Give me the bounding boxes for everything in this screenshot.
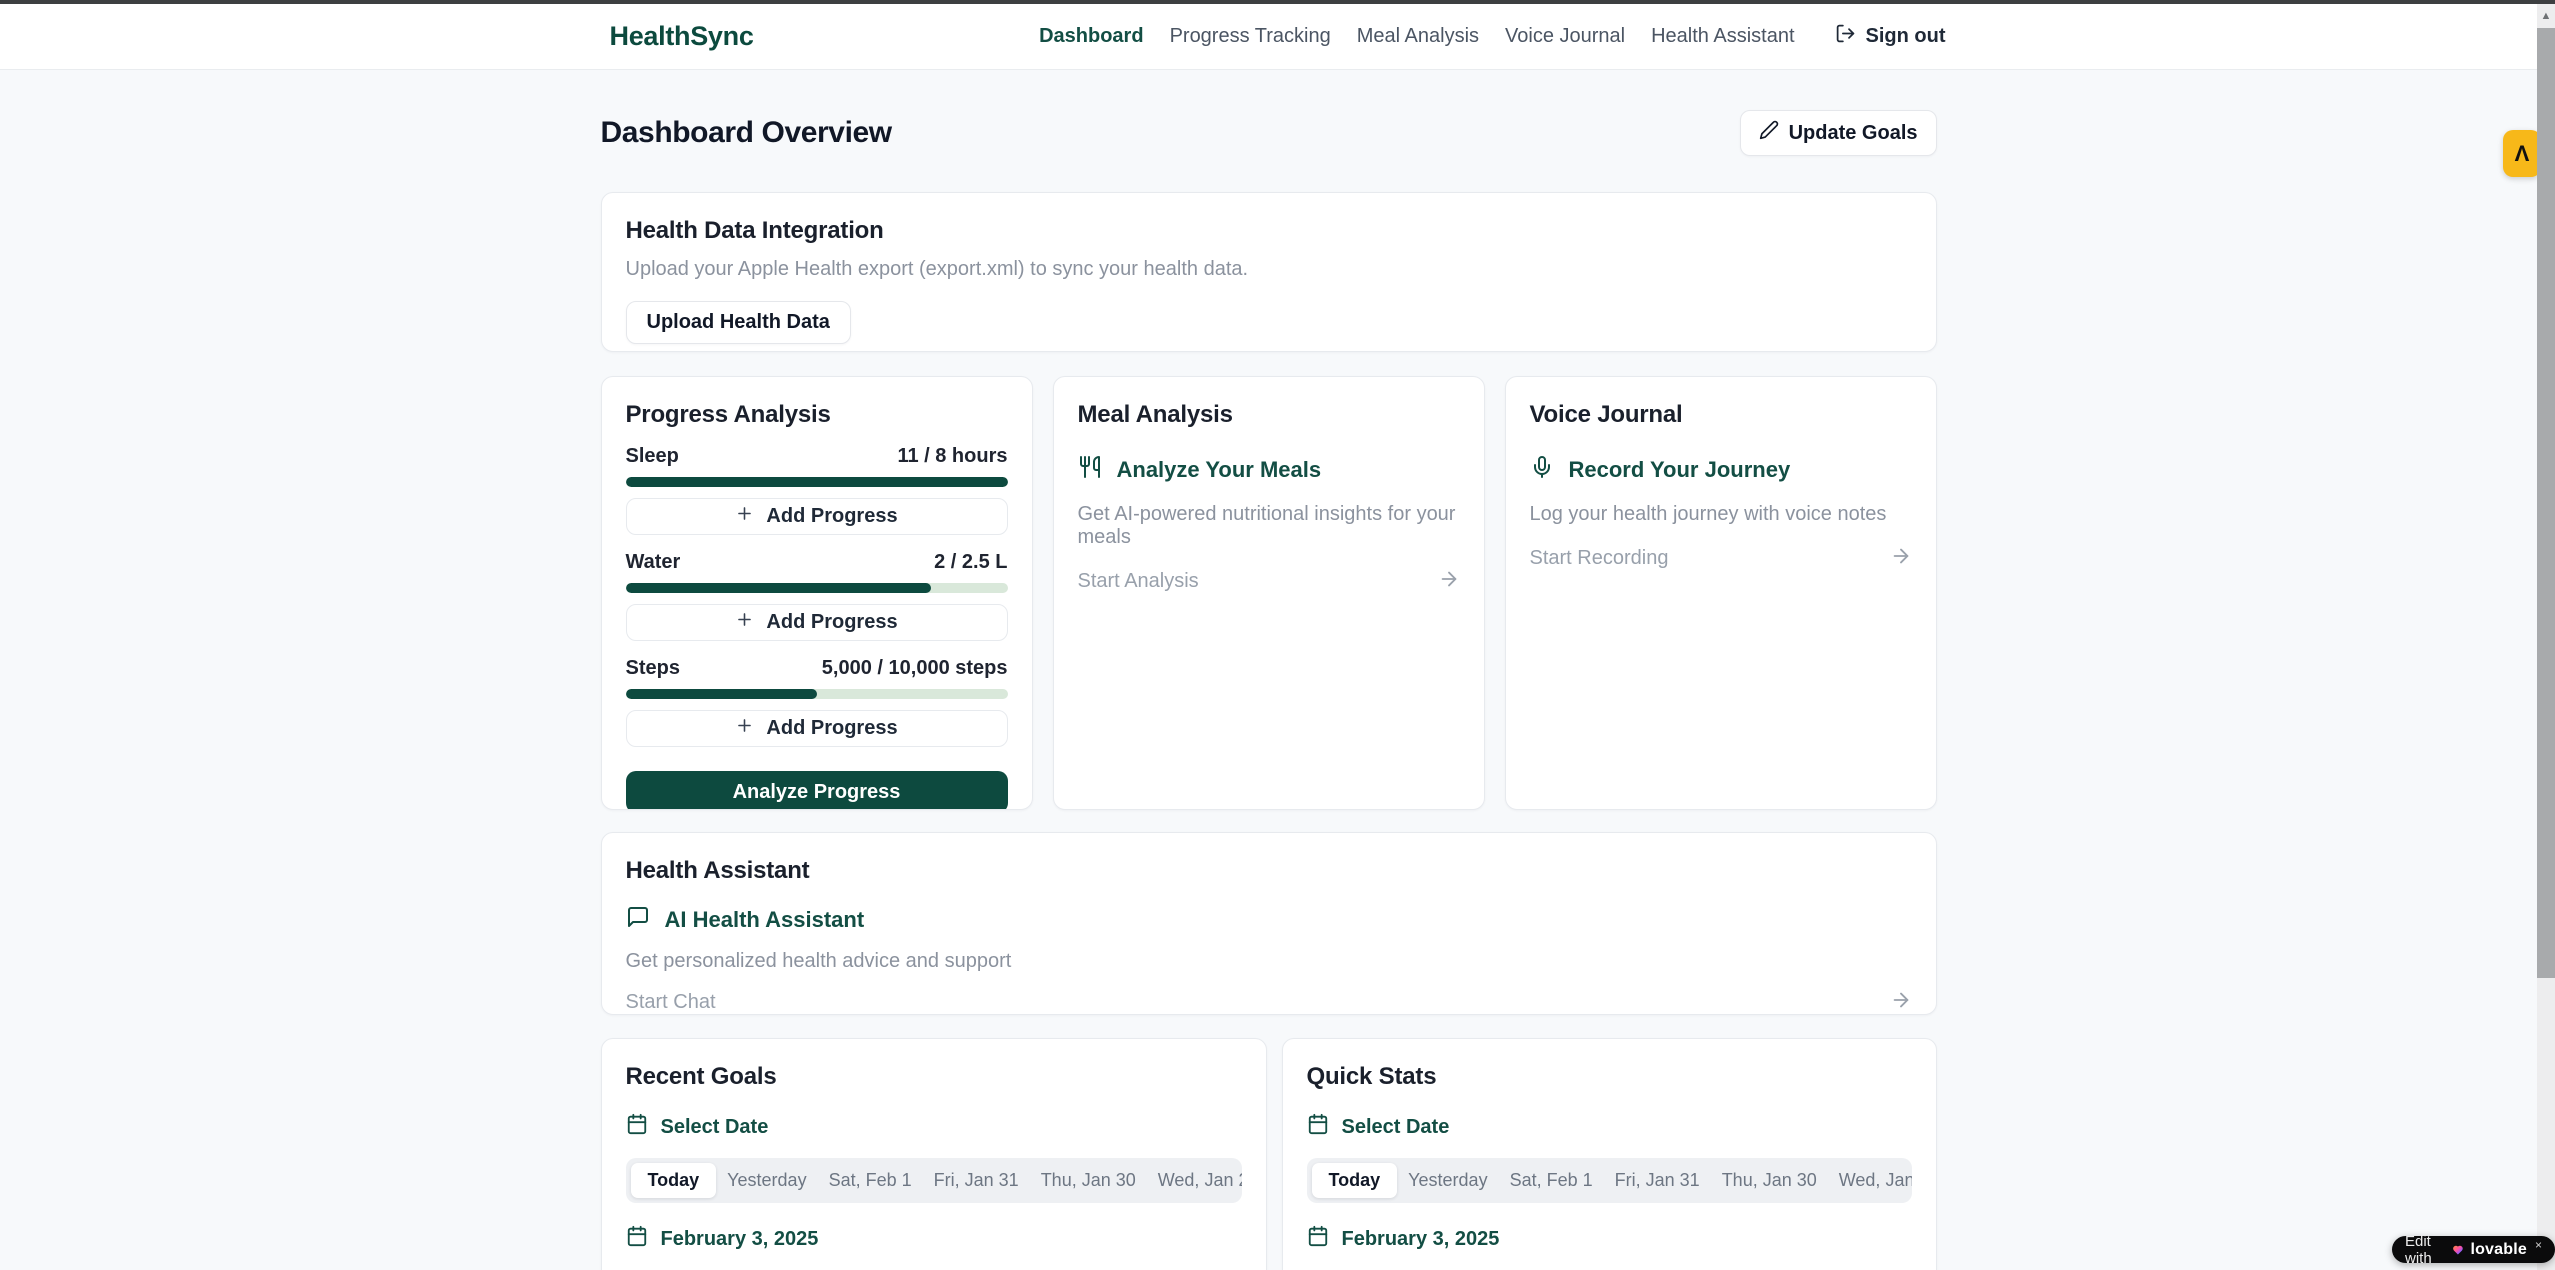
nav-dashboard[interactable]: Dashboard — [1039, 25, 1143, 48]
tab-today[interactable]: Today — [631, 1163, 717, 1198]
brand-logo[interactable]: HealthSync — [610, 21, 754, 52]
lovable-logo-icon: Λ — [2515, 143, 2530, 165]
nav-voice-journal[interactable]: Voice Journal — [1505, 25, 1625, 48]
log-out-icon — [1835, 23, 1856, 50]
calendar-icon — [626, 1113, 648, 1141]
sleep-label: Sleep — [626, 445, 679, 468]
water-label: Water — [626, 551, 681, 574]
sign-out-label: Sign out — [1866, 25, 1946, 48]
steps-progress-bar — [626, 689, 1008, 699]
meal-analysis-title: Meal Analysis — [1078, 401, 1460, 429]
tab-fri-jan-31[interactable]: Fri, Jan 31 — [923, 1163, 1030, 1198]
browser-top-strip — [0, 0, 2555, 4]
assistant-description: Get personalized health advice and suppo… — [626, 950, 1912, 973]
tab-fri-jan-31[interactable]: Fri, Jan 31 — [1604, 1163, 1711, 1198]
voice-journal-card: Voice Journal Record Your Journey Log yo… — [1505, 376, 1937, 810]
microphone-icon — [1530, 455, 1554, 484]
health-assistant-card: Health Assistant AI Health Assistant Get… — [601, 832, 1937, 1015]
tab-sat-feb-1[interactable]: Sat, Feb 1 — [818, 1163, 923, 1198]
steps-value: 5,000 / 10,000 steps — [822, 657, 1008, 680]
analyze-your-meals-link[interactable]: Analyze Your Meals — [1117, 457, 1322, 483]
quick-stats-select-date[interactable]: Select Date — [1307, 1113, 1912, 1141]
voice-journal-title: Voice Journal — [1530, 401, 1912, 429]
recent-goals-select-date[interactable]: Select Date — [626, 1113, 1242, 1141]
main-nav: Dashboard Progress Tracking Meal Analysi… — [1039, 23, 1945, 50]
steps-progress-block: Steps 5,000 / 10,000 steps Add Progress — [626, 657, 1008, 747]
arrow-right-icon — [1438, 568, 1460, 595]
tab-wed-jan-29[interactable]: Wed, Jan 29 — [1828, 1163, 1912, 1198]
sleep-progress-block: Sleep 11 / 8 hours Add Progress — [626, 445, 1008, 535]
tab-yesterday[interactable]: Yesterday — [716, 1163, 817, 1198]
scrollbar-thumb[interactable] — [2537, 28, 2555, 978]
calendar-icon — [626, 1225, 648, 1253]
analyze-progress-button[interactable]: Analyze Progress — [626, 771, 1008, 810]
health-data-integration-card: Health Data Integration Upload your Appl… — [601, 192, 1937, 352]
meal-analysis-card: Meal Analysis Analyze Your Meals Get AI-… — [1053, 376, 1485, 810]
water-progress-block: Water 2 / 2.5 L Add Progress — [626, 551, 1008, 641]
upload-health-data-button[interactable]: Upload Health Data — [626, 301, 851, 344]
water-value: 2 / 2.5 L — [934, 551, 1007, 574]
update-goals-button[interactable]: Update Goals — [1740, 110, 1937, 156]
tab-thu-jan-30[interactable]: Thu, Jan 30 — [1030, 1163, 1147, 1198]
record-your-journey-link[interactable]: Record Your Journey — [1569, 457, 1791, 483]
recent-goals-date-tabs: Today Yesterday Sat, Feb 1 Fri, Jan 31 T… — [626, 1158, 1242, 1203]
progress-analysis-card: Progress Analysis Sleep 11 / 8 hours Add… — [601, 376, 1033, 810]
meal-description: Get AI-powered nutritional insights for … — [1078, 503, 1460, 549]
steps-label: Steps — [626, 657, 680, 680]
calendar-icon — [1307, 1113, 1329, 1141]
water-add-progress-button[interactable]: Add Progress — [626, 604, 1008, 641]
arrow-right-icon — [1890, 989, 1912, 1015]
plus-icon — [735, 610, 754, 635]
recent-goals-title: Recent Goals — [626, 1063, 1242, 1091]
plus-icon — [735, 504, 754, 529]
quick-stats-current-date[interactable]: February 3, 2025 — [1307, 1225, 1912, 1253]
chat-bubble-icon — [626, 905, 650, 934]
integration-description: Upload your Apple Health export (export.… — [626, 258, 1912, 281]
nav-progress-tracking[interactable]: Progress Tracking — [1170, 25, 1331, 48]
nav-meal-analysis[interactable]: Meal Analysis — [1357, 25, 1479, 48]
tab-yesterday[interactable]: Yesterday — [1397, 1163, 1498, 1198]
calendar-icon — [1307, 1225, 1329, 1253]
start-chat-action[interactable]: Start Chat — [626, 989, 1912, 1015]
recent-goals-current-date[interactable]: February 3, 2025 — [626, 1225, 1242, 1253]
nav-health-assistant[interactable]: Health Assistant — [1651, 25, 1794, 48]
app-header: HealthSync Dashboard Progress Tracking M… — [0, 4, 2555, 70]
start-recording-action[interactable]: Start Recording — [1530, 545, 1912, 572]
page-title: Dashboard Overview — [601, 116, 892, 150]
arrow-right-icon — [1890, 545, 1912, 572]
lovable-side-widget-button[interactable]: Λ — [2503, 130, 2541, 177]
heart-icon — [2452, 1242, 2464, 1257]
plus-icon — [735, 716, 754, 741]
recent-goals-card: Recent Goals Select Date Today Yesterday… — [601, 1038, 1267, 1270]
sign-out-button[interactable]: Sign out — [1835, 23, 1946, 50]
utensils-icon — [1078, 455, 1102, 484]
tab-thu-jan-30[interactable]: Thu, Jan 30 — [1711, 1163, 1828, 1198]
sleep-progress-bar — [626, 477, 1008, 487]
health-assistant-title: Health Assistant — [626, 857, 1912, 885]
quick-stats-date-tabs: Today Yesterday Sat, Feb 1 Fri, Jan 31 T… — [1307, 1158, 1912, 1203]
quick-stats-title: Quick Stats — [1307, 1063, 1912, 1091]
quick-stats-card: Quick Stats Select Date Today Yesterday … — [1282, 1038, 1937, 1270]
ai-health-assistant-link[interactable]: AI Health Assistant — [665, 907, 865, 933]
integration-title: Health Data Integration — [626, 217, 1912, 245]
tab-today[interactable]: Today — [1312, 1163, 1398, 1198]
vertical-scrollbar[interactable]: ▲ ▼ — [2537, 4, 2555, 1270]
main-content: Dashboard Overview Update Goals Health D… — [0, 70, 2537, 1270]
sleep-value: 11 / 8 hours — [897, 445, 1007, 468]
water-progress-bar — [626, 583, 1008, 593]
close-icon[interactable]: × — [2535, 1238, 2542, 1252]
tab-wed-jan-29[interactable]: Wed, Jan 29 — [1147, 1163, 1242, 1198]
pencil-icon — [1759, 120, 1779, 146]
start-analysis-action[interactable]: Start Analysis — [1078, 568, 1460, 595]
tab-sat-feb-1[interactable]: Sat, Feb 1 — [1499, 1163, 1604, 1198]
edit-with-lovable-badge[interactable]: Edit with lovable × — [2392, 1236, 2555, 1263]
sleep-add-progress-button[interactable]: Add Progress — [626, 498, 1008, 535]
voice-description: Log your health journey with voice notes — [1530, 503, 1912, 526]
steps-add-progress-button[interactable]: Add Progress — [626, 710, 1008, 747]
progress-analysis-title: Progress Analysis — [626, 401, 1008, 429]
scroll-up-arrow[interactable]: ▲ — [2537, 8, 2555, 24]
